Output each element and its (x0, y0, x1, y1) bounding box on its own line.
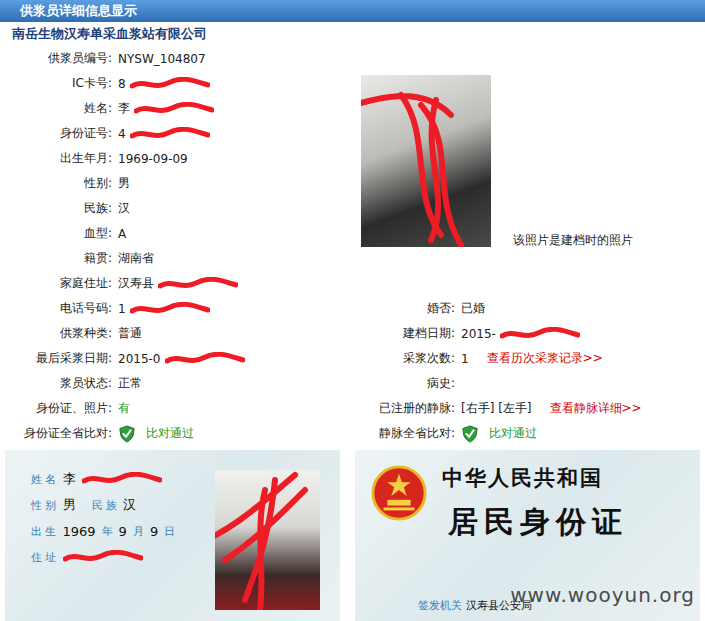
donor-photo (361, 75, 491, 247)
field-label: 供浆种类: (0, 325, 112, 342)
field-value: 1 查看历次采浆记录>> (455, 350, 603, 367)
field-label: 采浆次数: (355, 350, 455, 367)
field-value: 2015- (455, 327, 580, 341)
field-value: 李 (112, 100, 214, 117)
redaction-mark (134, 102, 214, 116)
field-row: 身份证全省比对: 比对通过 (0, 421, 355, 446)
field-label: 身份证号: (0, 125, 112, 142)
redaction-mark (130, 302, 210, 316)
field-value: 汉寿县 (112, 275, 238, 292)
field-value: 2015-0 (112, 352, 245, 366)
field-value: 4 (112, 127, 210, 141)
detail-link[interactable]: 查看历次采浆记录>> (487, 350, 603, 367)
field-label: 身份证全省比对: (0, 425, 112, 442)
field-label: 已注册的静脉: (355, 400, 455, 417)
field-row: 血型: A (0, 221, 355, 246)
shield-check-icon (461, 425, 479, 443)
donor-detail-page: 供浆员详细信息显示 南岳生物汉寿单采血浆站有限公司 供浆员编号: NYSW_10… (0, 0, 705, 621)
field-label: 电话号码: (0, 300, 112, 317)
left-fields: 供浆员编号: NYSW_104807 IC卡号: 8 姓名: 李 身份证号: 4… (0, 46, 355, 446)
field-label: 静脉全省比对: (355, 425, 455, 442)
field-row: 已注册的静脉: [右手] [左手] 查看静脉详细>> (355, 396, 705, 421)
field-row: 婚否: 已婚 (355, 296, 705, 321)
field-label: 浆员状态: (0, 375, 112, 392)
field-value: 8 (112, 77, 210, 91)
field-row: 性别: 男 (0, 171, 355, 196)
redaction-mark (158, 277, 238, 291)
field-row: 采浆次数: 1 查看历次采浆记录>> (355, 346, 705, 371)
field-label: 病史: (355, 375, 455, 392)
id-card-photo (215, 470, 320, 610)
redaction-scribble (361, 75, 491, 247)
field-label: 身份证、照片: (0, 400, 112, 417)
field-value: 1 (112, 302, 210, 316)
field-value: 1969-09-09 (112, 152, 188, 166)
field-row: 家庭住址: 汉寿县 (0, 271, 355, 296)
header-bar: 供浆员详细信息显示 (0, 0, 705, 22)
field-value: NYSW_104807 (112, 52, 206, 66)
field-value: 普通 (112, 325, 142, 342)
field-label: 血型: (0, 225, 112, 242)
redaction-mark (500, 327, 580, 341)
field-row: 静脉全省比对: 比对通过 (355, 421, 705, 446)
redaction-scribble (215, 470, 320, 610)
field-row: 籍贯: 湖南省 (0, 246, 355, 271)
field-label: 供浆员编号: (0, 50, 112, 67)
field-row: 浆员状态: 正常 (0, 371, 355, 396)
field-row: 民族: 汉 (0, 196, 355, 221)
field-label: 姓名: (0, 100, 112, 117)
shield-check-icon (118, 425, 136, 443)
field-value: 比对通过 (455, 425, 537, 443)
field-value: 男 (112, 175, 130, 192)
field-label: 最后采浆日期: (0, 350, 112, 367)
field-value: 比对通过 (112, 425, 194, 443)
watermark: www.wooyun.org (510, 583, 695, 607)
org-name: 南岳生物汉寿单采血浆站有限公司 (0, 22, 705, 46)
field-label: 家庭住址: (0, 275, 112, 292)
id-title: 居民身份证 (442, 502, 628, 543)
field-row: 身份证号: 4 (0, 121, 355, 146)
field-label: 建档日期: (355, 325, 455, 342)
field-value: 已婚 (455, 300, 485, 317)
id-country: 中华人民共和国 (442, 464, 628, 492)
id-card-front: 姓 名李 性 别男民 族汉 出 生1969年9月9日 住 址 (5, 450, 340, 621)
field-value: 有 (112, 400, 130, 417)
field-value: 正常 (112, 375, 142, 392)
field-row: 最后采浆日期: 2015-0 (0, 346, 355, 371)
field-label: 民族: (0, 200, 112, 217)
field-row: 姓名: 李 (0, 96, 355, 121)
redaction-mark (63, 550, 143, 564)
field-row: 电话号码: 1 (0, 296, 355, 321)
field-label: IC卡号: (0, 75, 112, 92)
photo-caption: 该照片是建档时的照片 (513, 232, 633, 249)
field-value: [右手] [左手] 查看静脉详细>> (455, 400, 642, 417)
national-emblem-icon (370, 464, 428, 522)
redaction-mark (130, 77, 210, 91)
field-row: 身份证、照片: 有 (0, 396, 355, 421)
field-label: 婚否: (355, 300, 455, 317)
field-label: 性别: (0, 175, 112, 192)
detail-link[interactable]: 查看静脉详细>> (550, 400, 642, 417)
field-label: 出生年月: (0, 150, 112, 167)
redaction-mark (82, 472, 162, 486)
field-label: 籍贯: (0, 250, 112, 267)
field-row: 供浆员编号: NYSW_104807 (0, 46, 355, 71)
field-value: A (112, 227, 126, 241)
redaction-mark (130, 127, 210, 141)
field-value: 湖南省 (112, 250, 154, 267)
field-row: 建档日期: 2015- (355, 321, 705, 346)
right-fields: 婚否: 已婚 建档日期: 2015- 采浆次数: 1 查看历次采浆记录>>病史:… (355, 296, 705, 446)
field-row: 供浆种类: 普通 (0, 321, 355, 346)
field-row: IC卡号: 8 (0, 71, 355, 96)
redaction-mark (165, 352, 245, 366)
field-value: 汉 (112, 200, 130, 217)
field-row: 出生年月: 1969-09-09 (0, 146, 355, 171)
field-row: 病史: (355, 371, 705, 396)
